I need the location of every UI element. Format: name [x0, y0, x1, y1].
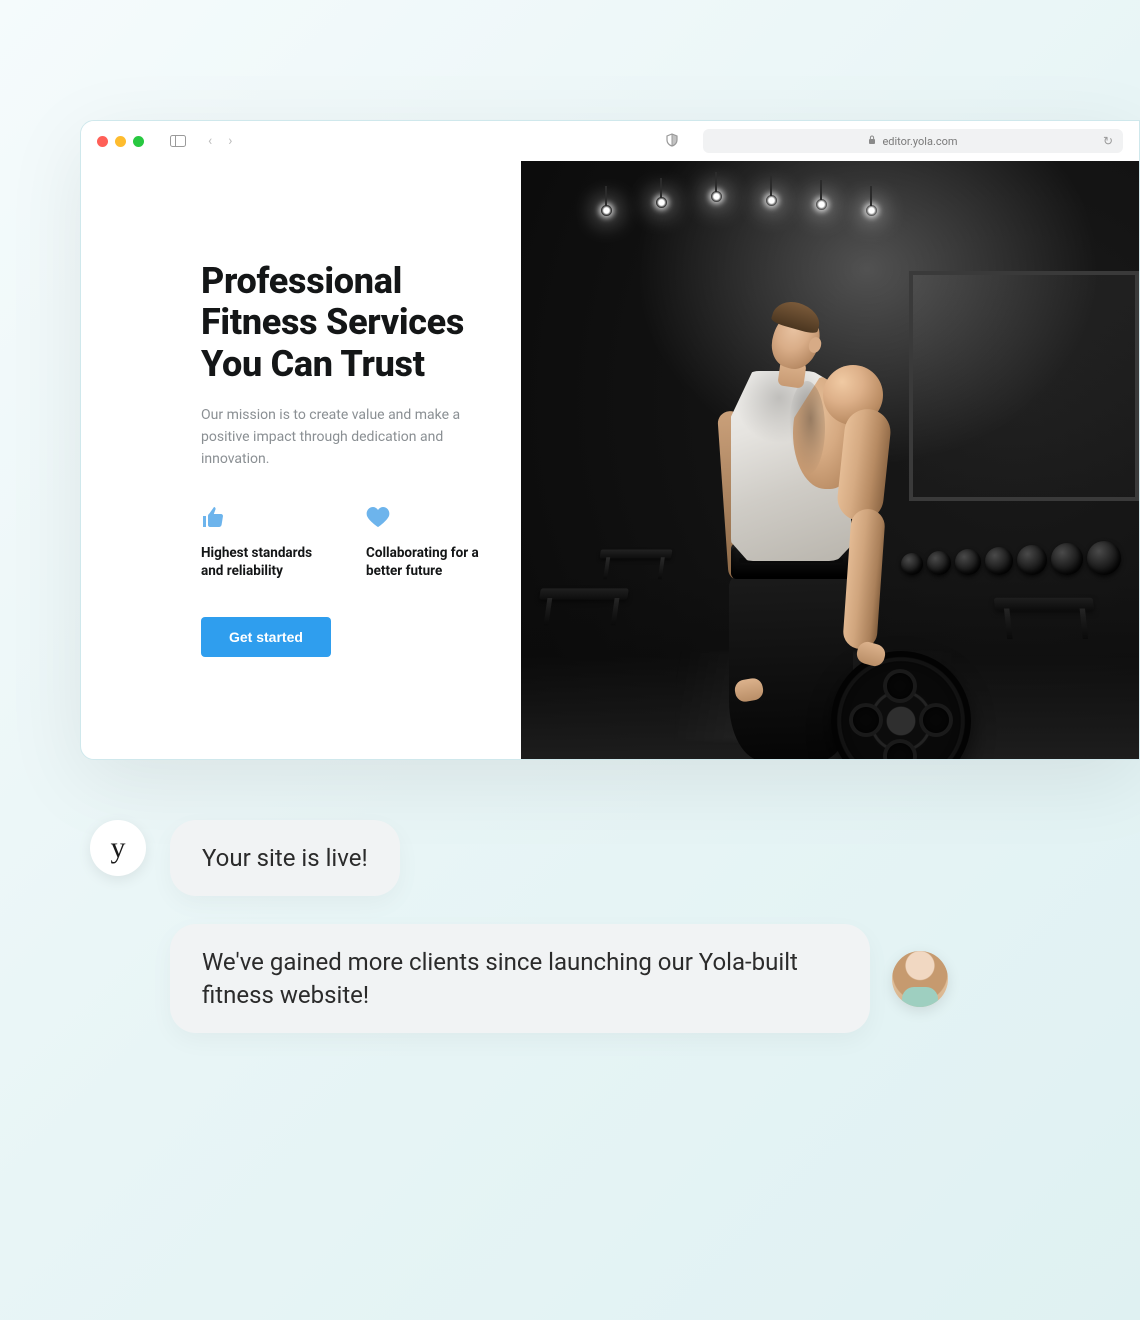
lock-icon — [868, 135, 876, 147]
url-text: editor.yola.com — [882, 135, 957, 148]
nav-arrows: ‹ › — [208, 133, 232, 149]
system-avatar: y — [90, 820, 146, 876]
forward-button-icon[interactable]: › — [228, 133, 232, 149]
hero-title: Professional Fitness Services You Can Tr… — [201, 261, 491, 385]
chat-bubble-user: We've gained more clients since launchin… — [170, 924, 870, 1033]
feature-text: Highest standards and reliability — [201, 544, 326, 580]
hero-image — [521, 161, 1139, 760]
privacy-shield-icon[interactable] — [665, 132, 679, 151]
chat-row-system: y Your site is live! — [90, 820, 1080, 896]
maximize-window-icon[interactable] — [133, 136, 144, 147]
window-controls — [97, 136, 144, 147]
minimize-window-icon[interactable] — [115, 136, 126, 147]
chat-area: y Your site is live! We've gained more c… — [90, 820, 1080, 1061]
feature-text: Collaborating for a better future — [366, 544, 491, 580]
feature-item: Collaborating for a better future — [366, 506, 491, 580]
heart-icon — [366, 506, 491, 532]
hero-left-panel: Professional Fitness Services You Can Tr… — [81, 161, 521, 760]
feature-list: Highest standards and reliability Collab… — [201, 506, 491, 580]
get-started-button[interactable]: Get started — [201, 617, 331, 657]
back-button-icon[interactable]: ‹ — [208, 133, 212, 149]
hero-subtitle: Our mission is to create value and make … — [201, 405, 491, 470]
page-content: Professional Fitness Services You Can Tr… — [81, 161, 1139, 760]
close-window-icon[interactable] — [97, 136, 108, 147]
chat-row-user: We've gained more clients since launchin… — [170, 924, 1080, 1033]
thumbs-up-icon — [201, 506, 326, 532]
user-avatar — [892, 951, 948, 1007]
url-bar[interactable]: editor.yola.com ↻ — [703, 129, 1123, 153]
feature-item: Highest standards and reliability — [201, 506, 326, 580]
browser-chrome: ‹ › editor.yola.com ↻ — [81, 121, 1139, 161]
browser-window: ‹ › editor.yola.com ↻ Professional Fitne… — [80, 120, 1140, 760]
refresh-icon[interactable]: ↻ — [1103, 134, 1113, 148]
sidebar-toggle-icon[interactable] — [170, 134, 186, 148]
chat-bubble-system: Your site is live! — [170, 820, 400, 896]
